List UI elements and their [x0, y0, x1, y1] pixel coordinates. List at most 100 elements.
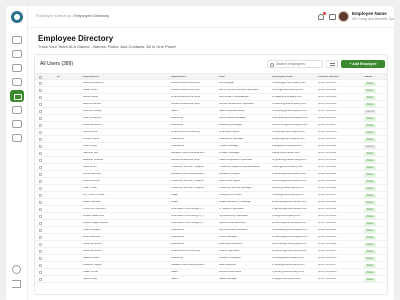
table-row[interactable]: Lisa Thompson Marketing Social Media Manag…	[35, 115, 387, 122]
row-checkbox[interactable]	[39, 194, 42, 197]
table-row[interactable]: Riley Smith Customer Service / Support Cus…	[35, 164, 387, 171]
row-checkbox[interactable]	[39, 229, 42, 232]
table-row[interactable]: Lucas Harrison Research and Development Re…	[35, 171, 387, 178]
breadcrumb-separator: /	[72, 13, 74, 18]
row-checkbox[interactable]	[39, 117, 42, 120]
row-checkbox[interactable]	[39, 250, 42, 253]
table-row[interactable]: David Emerson Marketing Marketing Manager d…	[35, 122, 387, 129]
table-cell: (415) 555-0124	[318, 243, 337, 246]
chart-icon[interactable]	[12, 36, 22, 44]
table-row[interactable]: Jasmine Leo Research and Development Produ…	[35, 150, 387, 157]
document-icon[interactable]	[12, 78, 22, 86]
search-input[interactable]	[276, 61, 322, 67]
table-cell: Sales	[171, 271, 178, 274]
breadcrumb-parent[interactable]: Employee Directory	[36, 13, 71, 18]
table-row[interactable]: Julie Turner Customer Service / Support Cu…	[35, 185, 387, 192]
table-cell: Jacob Whitman	[83, 243, 102, 246]
row-checkbox[interactable]	[39, 222, 42, 225]
table-cell: Talent Acquisition Specialist	[219, 159, 253, 162]
row-checkbox[interactable]	[39, 215, 42, 218]
row-checkbox[interactable]	[39, 152, 42, 155]
table-row[interactable]: Natalie Brook Marketing Content Strategist…	[35, 255, 387, 262]
gear-icon[interactable]	[12, 265, 21, 274]
table-row[interactable]: Arnold Payne Operations Operations Manager…	[35, 136, 387, 143]
table-row[interactable]: Jacob Smith Human Resources (HR) HR Comp a…	[35, 87, 387, 94]
table-row[interactable]: Kevin Lang Operations Project Manager k.lan…	[35, 143, 387, 150]
table-row[interactable]: Vanessa Harding Human Resources (HR) HR Ma…	[35, 80, 387, 87]
row-checkbox[interactable]	[39, 278, 42, 281]
table-cell: IT Support Specialist	[219, 208, 244, 211]
avatar[interactable]	[338, 11, 349, 22]
row-checkbox[interactable]	[39, 110, 42, 113]
table-row[interactable]: Marcus Damon Human Resources (HR) Human Re…	[35, 101, 387, 108]
row-checkbox[interactable]	[39, 187, 42, 190]
table-cell: James Holla	[83, 96, 98, 99]
column-header[interactable]: Department	[171, 76, 217, 79]
table-row[interactable]: Lily Turner Fosset Legal Compliance Office…	[35, 192, 387, 199]
table-row[interactable]: Jacob Emerson Finance and Accounting Payro…	[35, 248, 387, 255]
row-checkbox[interactable]	[39, 271, 42, 274]
table-cell: Data Scientist	[219, 264, 236, 267]
row-checkbox[interactable]	[39, 96, 42, 99]
table-cell: o.bennett@thecompany.com	[272, 180, 307, 183]
row-checkbox[interactable]	[39, 243, 42, 246]
table-row[interactable]: Caleb Porter Sales Account Executive c.port…	[35, 269, 387, 276]
table-row[interactable]: Brandon Hayes Research and Development Dat…	[35, 262, 387, 269]
table-row[interactable]: Olivia Bennett Customer Service / Support…	[35, 178, 387, 185]
logo-icon[interactable]	[11, 11, 23, 23]
row-checkbox[interactable]	[39, 89, 42, 92]
row-checkbox[interactable]	[39, 180, 42, 183]
table-row[interactable]: Evan Marshall Operations Office Manager e.m…	[35, 234, 387, 241]
table-row[interactable]: Adam Harrison Legal Legal Assistant / Para…	[35, 199, 387, 206]
column-header[interactable]: Status	[364, 76, 378, 79]
column-header[interactable]: Role	[219, 76, 271, 79]
share-icon[interactable]	[12, 120, 22, 128]
wallet-icon[interactable]	[12, 134, 22, 142]
filter-button[interactable]	[326, 60, 338, 68]
row-checkbox[interactable]	[39, 166, 42, 169]
logout-icon[interactable]	[12, 280, 21, 288]
column-header[interactable]: Employee ID	[83, 76, 163, 79]
table-row[interactable]: Sophie Ray Sales Sales Manager s.ray@thecom…	[35, 276, 387, 283]
chat-icon[interactable]	[329, 14, 336, 20]
table-cell: (415) 555-0112	[318, 159, 337, 162]
table-row[interactable]: Madison Greene Human Resources (HR) Talent…	[35, 157, 387, 164]
row-checkbox[interactable]	[39, 145, 42, 148]
search-box[interactable]	[267, 60, 323, 68]
directory-icon[interactable]	[10, 90, 24, 102]
row-checkbox[interactable]	[39, 208, 42, 211]
column-header[interactable]: Employee Email	[272, 76, 316, 79]
table-row[interactable]: Chris Fox Garrison Information Technology…	[35, 206, 387, 213]
select-all-checkbox[interactable]	[39, 76, 42, 79]
row-checkbox[interactable]	[39, 138, 42, 141]
row-checkbox[interactable]	[39, 159, 42, 162]
column-header[interactable]: Contact Number	[318, 76, 362, 79]
bell-icon[interactable]	[318, 12, 326, 20]
status-badge: Active	[364, 228, 376, 233]
row-checkbox[interactable]	[39, 131, 42, 134]
row-checkbox[interactable]	[39, 103, 42, 106]
row-checkbox[interactable]	[39, 124, 42, 127]
column-header[interactable]: ID	[57, 76, 79, 79]
row-checkbox[interactable]	[39, 264, 42, 267]
table-row[interactable]: Noah Whitaker Operations Administrative As…	[35, 227, 387, 234]
row-checkbox[interactable]	[39, 201, 42, 204]
users-icon[interactable]	[12, 106, 22, 114]
row-checkbox[interactable]	[39, 257, 42, 260]
table-cell: j.leo@thecompany.com	[272, 152, 300, 155]
inbox-icon[interactable]	[12, 50, 22, 58]
table-cell: k.lang@thecompany.com	[272, 145, 303, 148]
table-row[interactable]: Jordan Blake Bell Information Technology …	[35, 213, 387, 220]
row-checkbox[interactable]	[39, 82, 42, 85]
table-cell: (415) 555-0107	[318, 124, 337, 127]
row-checkbox[interactable]	[39, 173, 42, 176]
table-row[interactable]: Marcus Presley Sales Sales Representative m…	[35, 108, 387, 115]
table-row[interactable]: Peyton Sage Buenos Information Technology…	[35, 220, 387, 227]
row-checkbox[interactable]	[39, 236, 42, 239]
calendar-icon[interactable]	[12, 64, 22, 72]
table-row[interactable]: Jacob Whitman Operations Executive Assista…	[35, 241, 387, 248]
table-cell: (415) 555-0118	[318, 201, 337, 204]
table-row[interactable]: Nora Moore Finance and Accounting Financia…	[35, 129, 387, 136]
add-employee-button[interactable]: + Add Employee	[341, 60, 385, 68]
table-row[interactable]: James Holla Finance and Accounting Account…	[35, 94, 387, 101]
